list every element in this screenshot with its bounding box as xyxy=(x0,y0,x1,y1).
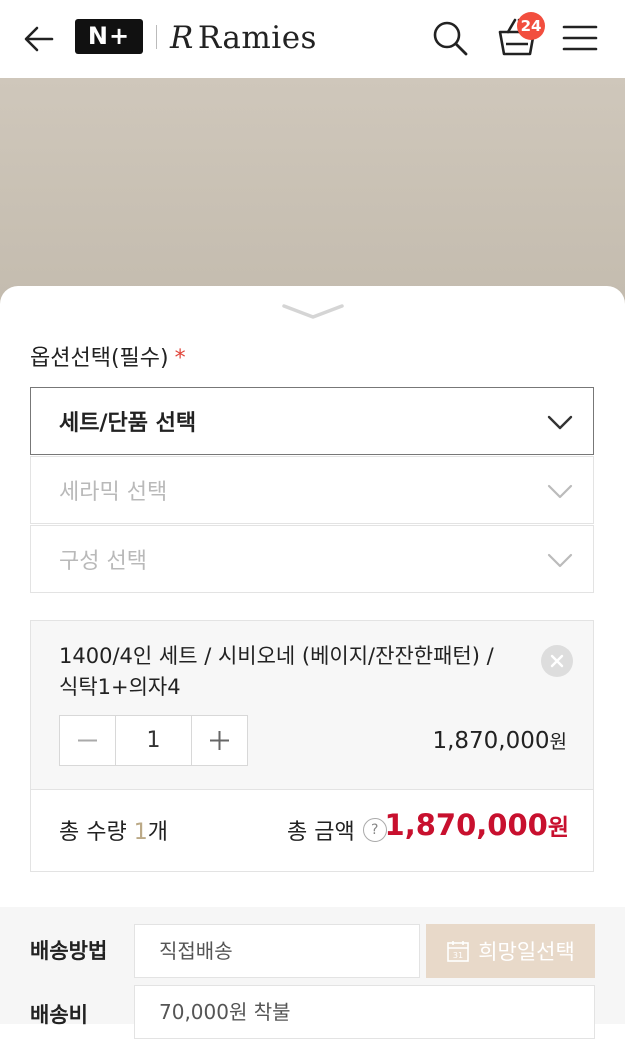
increase-quantity-button[interactable] xyxy=(192,716,247,765)
item-price: 1,870,000원 xyxy=(432,727,567,754)
total-amount-label: 총 금액 xyxy=(287,820,355,845)
select-composition[interactable]: 구성 선택 xyxy=(30,525,594,593)
total-amount: 1,870,000원 xyxy=(385,808,569,842)
brand-divider xyxy=(156,25,157,49)
menu-icon[interactable] xyxy=(560,20,600,56)
totals-row: 총 수량 1개 총 금액 ? 1,870,000원 xyxy=(31,790,593,871)
total-quantity-value: 1 xyxy=(133,820,148,845)
total-amount-label-group: 총 금액 ? xyxy=(287,814,387,846)
brand-logo[interactable]: R Ramies xyxy=(170,16,317,60)
shipping-method-label: 배송방법 xyxy=(30,939,108,963)
selected-item-name: 1400/4인 세트 / 시비오네 (베이지/잔잔한패턴) / 식탁1+의자4 xyxy=(59,644,494,699)
search-icon[interactable] xyxy=(430,18,470,58)
close-icon xyxy=(550,654,564,668)
quantity-value[interactable]: 1 xyxy=(115,716,192,765)
remove-item-button[interactable] xyxy=(541,645,573,677)
item-price-value: 1,870,000 xyxy=(432,728,550,754)
select-label: 구성 선택 xyxy=(59,549,147,574)
calendar-icon: 31 xyxy=(447,941,469,962)
decrease-quantity-button[interactable] xyxy=(60,716,115,765)
quantity-stepper: 1 xyxy=(59,715,248,766)
shipping-fee-label: 배송비 xyxy=(30,1003,88,1027)
shipping-section: 배송방법 직접배송 31 희망일선택 배송비 70,000원 착불 xyxy=(0,907,625,1039)
selected-option-card: 1400/4인 세트 / 시비오네 (베이지/잔잔한패턴) / 식탁1+의자4 … xyxy=(30,620,594,872)
total-amount-value: 1,870,000 xyxy=(384,808,548,842)
minus-icon xyxy=(78,739,97,742)
top-header: N+ R Ramies 24 xyxy=(0,0,625,78)
brand-name: Ramies xyxy=(197,20,317,56)
total-quantity-label: 총 수량 xyxy=(59,820,127,845)
total-quantity: 총 수량 1개 xyxy=(59,814,168,846)
item-price-currency: 원 xyxy=(549,731,567,753)
nplus-logo[interactable]: N+ xyxy=(75,19,143,54)
option-bottom-sheet: 옵션선택(필수) * 세트/단품 선택 세라믹 선택 구성 선택 1400/4인 … xyxy=(0,286,625,1039)
chevron-down-icon xyxy=(547,415,573,430)
help-icon[interactable]: ? xyxy=(362,818,387,842)
option-title-text: 옵션선택(필수) xyxy=(30,346,169,371)
calendar-icon-number: 31 xyxy=(453,951,463,960)
cart-count-badge: 24 xyxy=(517,12,545,40)
shipping-fee-field: 70,000원 착불 xyxy=(134,985,595,1039)
plus-icon xyxy=(210,731,229,750)
chevron-down-icon xyxy=(547,484,573,499)
chevron-down-icon xyxy=(547,553,573,568)
select-label: 세라믹 선택 xyxy=(59,480,168,505)
sheet-collapse-handle-icon[interactable] xyxy=(280,300,346,322)
product-image xyxy=(0,78,625,318)
required-mark: * xyxy=(174,346,186,371)
desired-date-button[interactable]: 31 희망일선택 xyxy=(426,924,595,978)
select-set-single[interactable]: 세트/단품 선택 xyxy=(30,387,594,455)
back-arrow-icon[interactable] xyxy=(22,22,56,56)
select-label: 세트/단품 선택 xyxy=(59,411,197,436)
select-ceramic[interactable]: 세라믹 선택 xyxy=(30,456,594,524)
desired-date-label: 희망일선택 xyxy=(478,940,575,964)
total-quantity-unit: 개 xyxy=(147,820,168,845)
option-section-title: 옵션선택(필수) * xyxy=(30,340,186,372)
total-amount-currency: 원 xyxy=(547,815,569,841)
shipping-method-field: 직접배송 xyxy=(134,924,420,978)
brand-mark: R xyxy=(170,20,194,56)
